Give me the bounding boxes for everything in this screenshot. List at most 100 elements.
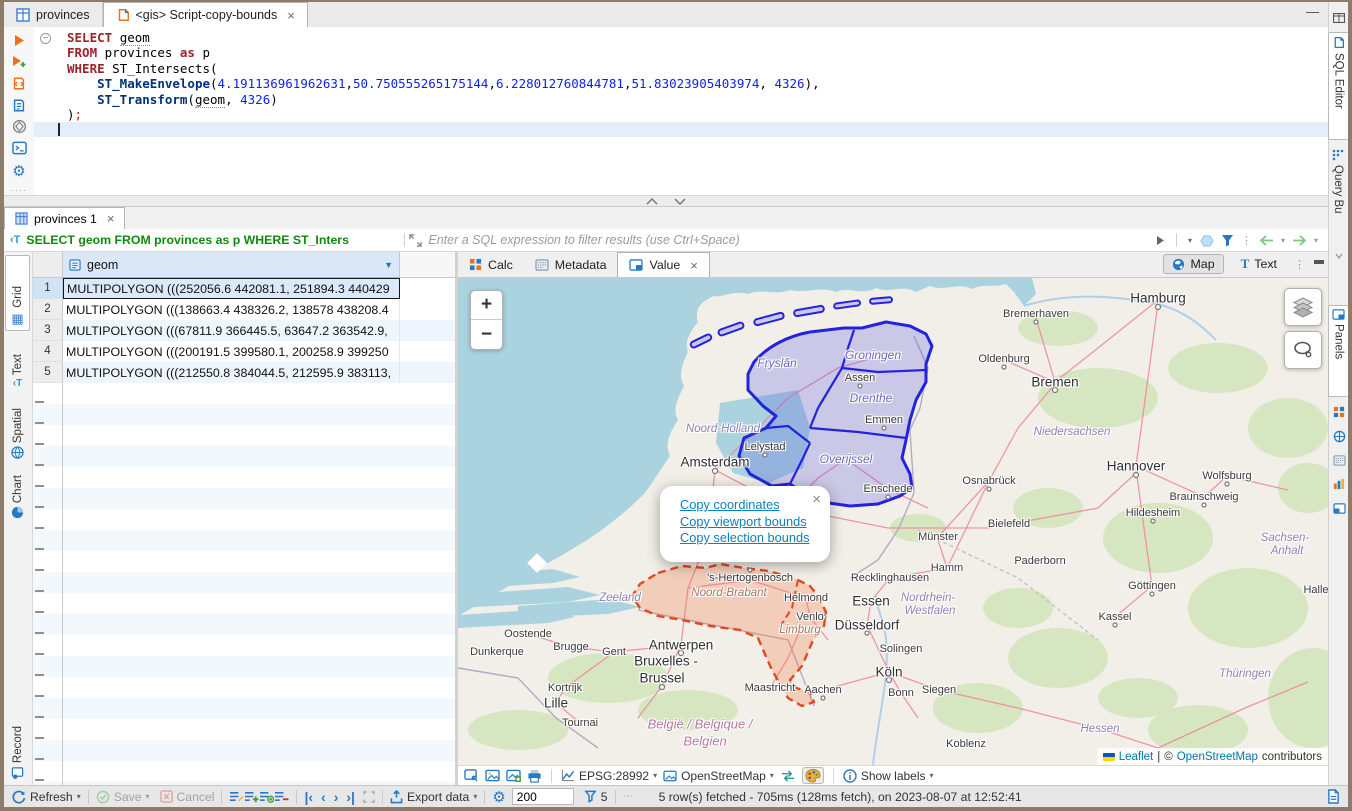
table-row[interactable]: 2 MULTIPOLYGON (((138663.4 438326.2, 138…	[33, 299, 455, 320]
popup-link[interactable]: Copy viewport bounds	[680, 514, 809, 531]
edit-value-icon[interactable]	[229, 790, 244, 803]
tab-sql-editor-panel[interactable]: SQL Editor	[1328, 32, 1348, 140]
previous-row-icon[interactable]: ‹	[321, 791, 326, 803]
osm-link[interactable]: OpenStreetMap	[1177, 751, 1258, 763]
fetch-size-input[interactable]	[512, 788, 574, 805]
lasso-select-control[interactable]	[1284, 331, 1322, 369]
first-row-icon[interactable]: |‹	[304, 791, 313, 803]
row-number[interactable]: 4	[33, 341, 63, 362]
popup-link[interactable]: Copy coordinates	[680, 497, 809, 514]
row-number-header[interactable]	[33, 252, 63, 278]
collapse-up-icon[interactable]	[641, 197, 663, 205]
row-number[interactable]: 1	[33, 278, 63, 299]
focus-row-icon[interactable]	[363, 791, 375, 803]
custom-filter-icon[interactable]: ‹T	[10, 234, 20, 246]
ai-assistant-icon[interactable]	[11, 119, 28, 135]
apply-filter-icon[interactable]	[1156, 235, 1165, 246]
tab-chart-view[interactable]: Chart	[5, 466, 30, 522]
geom-cell[interactable]: MULTIPOLYGON (((138663.4 438326.2, 13857…	[63, 299, 400, 320]
tab-value[interactable]: Value ×	[617, 252, 709, 277]
settings-gear-icon[interactable]: ⚙	[11, 162, 28, 179]
export-data-button[interactable]: Export data ▾	[390, 790, 477, 804]
leaflet-link[interactable]: Leaflet	[1119, 751, 1154, 763]
table-row[interactable]: 4 MULTIPOLYGON (((200191.5 399580.1, 200…	[33, 341, 455, 362]
back-chevron-icon[interactable]: ▾	[1281, 236, 1285, 245]
tab-grid-view[interactable]: Grid ▦	[5, 255, 30, 331]
calc-panel-icon[interactable]	[1331, 404, 1347, 420]
split-editor-icon[interactable]	[1331, 10, 1347, 26]
spatial-panel-icon[interactable]	[1331, 428, 1347, 444]
refresh-button[interactable]: Refresh ▾	[12, 790, 81, 804]
basemap-selector[interactable]: OpenStreetMap ▾	[663, 769, 774, 783]
geom-cell[interactable]: MULTIPOLYGON (((252056.6 442081.1, 25189…	[63, 278, 400, 299]
row-number[interactable]: 3	[33, 320, 63, 341]
table-row[interactable]: 3 MULTIPOLYGON (((67811.9 366445.5, 6364…	[33, 320, 455, 341]
erase-filter-icon[interactable]	[1199, 234, 1214, 247]
fetch-settings-gear-icon[interactable]: ⚙	[492, 788, 505, 806]
popup-link[interactable]: Copy selection bounds	[680, 530, 809, 547]
explain-plan-icon[interactable]	[11, 98, 28, 114]
fetch-segment-icon[interactable]	[584, 790, 597, 803]
history-back-icon[interactable]	[1259, 235, 1274, 246]
tab-gis-script[interactable]: <gis> Script-copy-bounds ×	[103, 2, 308, 27]
save-button[interactable]: Save ▾	[96, 790, 150, 804]
swap-crs-icon[interactable]	[780, 770, 796, 782]
tab-spatial-view[interactable]: Spatial	[5, 396, 30, 462]
editor-results-splitter[interactable]	[4, 195, 1328, 207]
tab-text-view[interactable]: Text ‹T	[5, 334, 30, 392]
save-image-icon[interactable]	[485, 769, 500, 782]
expand-filter-icon[interactable]	[409, 234, 422, 247]
map-config-icon[interactable]	[464, 769, 479, 782]
minimize-panel-icon[interactable]	[1314, 260, 1324, 268]
last-row-icon[interactable]: ›|	[346, 791, 355, 803]
tab-record-view[interactable]: Record	[5, 712, 30, 782]
duplicate-row-icon[interactable]	[259, 790, 274, 803]
sort-descending-icon[interactable]: ▼	[384, 260, 393, 270]
filter-history-chevron-icon[interactable]: ▾	[1188, 236, 1192, 245]
tab-panels[interactable]: Panels	[1328, 305, 1348, 397]
tab-provinces-table[interactable]: provinces	[4, 2, 103, 27]
filter-funnel-icon[interactable]	[1221, 234, 1234, 247]
text-view-button[interactable]: T Text	[1233, 254, 1285, 274]
geom-column-header[interactable]: geom ▼	[63, 252, 400, 278]
toolbar-overflow-dots[interactable]: ····	[11, 185, 27, 195]
tab-query-builder-panel[interactable]: Query Bu	[1328, 146, 1348, 238]
tab-provinces-1[interactable]: provinces 1 ×	[4, 207, 125, 229]
execute-new-tab-icon[interactable]	[11, 55, 28, 71]
execute-script-icon[interactable]	[11, 76, 28, 92]
value-panel-icon[interactable]	[1331, 500, 1347, 516]
filter-input[interactable]: Enter a SQL expression to filter results…	[428, 233, 1156, 247]
metadata-panel-icon[interactable]	[1331, 452, 1347, 468]
close-icon[interactable]: ×	[107, 211, 115, 226]
collapse-down-icon[interactable]	[669, 197, 691, 205]
code-fold-marker[interactable]: −	[40, 33, 51, 44]
cancel-button[interactable]: Cancel	[160, 790, 215, 804]
forward-chevron-icon[interactable]: ▾	[1314, 236, 1318, 245]
geom-cell[interactable]: MULTIPOLYGON (((212550.8 384044.5, 21259…	[63, 362, 400, 383]
row-number[interactable]: 2	[33, 299, 63, 320]
add-row-icon[interactable]	[244, 790, 259, 803]
transaction-log-icon[interactable]	[1327, 789, 1340, 804]
zoom-in-button[interactable]: +	[471, 291, 502, 320]
history-forward-icon[interactable]	[1292, 235, 1307, 246]
row-number[interactable]: 5	[33, 362, 63, 383]
geom-cell[interactable]: MULTIPOLYGON (((200191.5 399580.1, 20025…	[63, 341, 400, 362]
table-row[interactable]: 5 MULTIPOLYGON (((212550.8 384044.5, 212…	[33, 362, 455, 383]
copy-image-icon[interactable]	[506, 769, 521, 782]
close-icon[interactable]: ×	[287, 8, 295, 23]
result-grid[interactable]: geom ▼ 1 MULTIPOLYGON (((252056.6 442081…	[33, 252, 455, 785]
panel-chevron-icon[interactable]	[1331, 248, 1347, 264]
tab-calc[interactable]: Calc	[458, 252, 524, 277]
sql-editor[interactable]: − SELECT geom FROM provinces as p WHERE …	[34, 27, 1328, 195]
execute-statement-icon[interactable]	[11, 33, 28, 49]
close-icon[interactable]: ×	[812, 491, 821, 508]
leaflet-map[interactable]: HamburgBremerhavenOldenburgBremenNieders…	[458, 278, 1328, 765]
chart-panel-icon[interactable]	[1331, 476, 1347, 492]
close-icon[interactable]: ×	[690, 258, 698, 273]
crs-selector[interactable]: EPSG:28992 ▾	[561, 769, 657, 783]
minimize-icon[interactable]: —	[1306, 7, 1319, 17]
table-row[interactable]: 1 MULTIPOLYGON (((252056.6 442081.1, 251…	[33, 278, 455, 299]
map-view-button[interactable]: Map	[1163, 254, 1223, 274]
layers-control[interactable]	[1284, 288, 1322, 326]
panel-dots-icon[interactable]: ⋮	[1294, 258, 1305, 271]
